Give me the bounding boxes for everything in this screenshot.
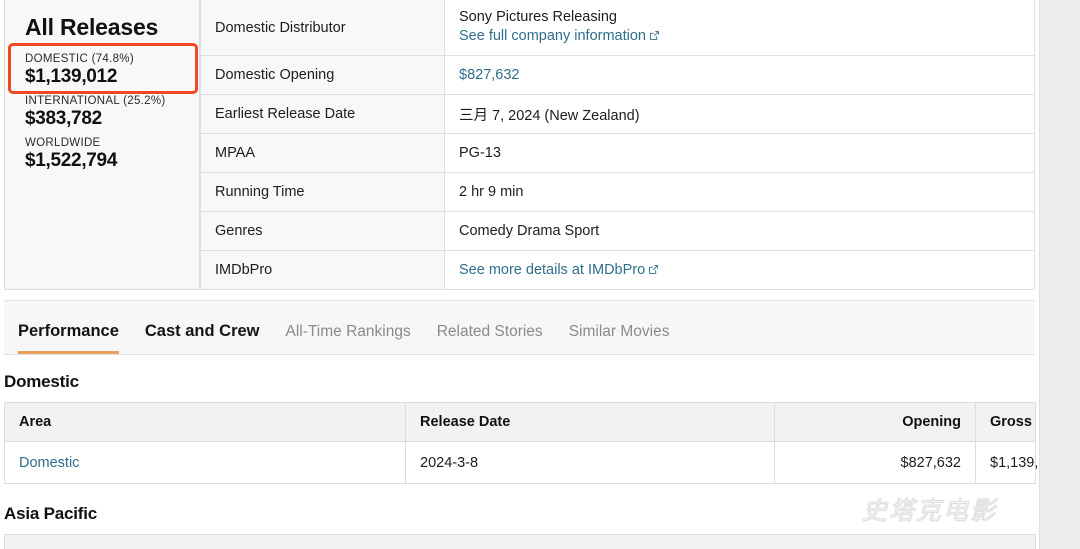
details-row-imdbpro: IMDbPro See more details at IMDbPro bbox=[200, 250, 1036, 290]
movie-info-panel: All Releases DOMESTIC (74.8%) $1,139,012… bbox=[4, 0, 1036, 290]
domestic-opening-link[interactable]: $827,632 bbox=[459, 67, 519, 83]
tab-cast-and-crew[interactable]: Cast and Crew bbox=[145, 322, 260, 354]
distributor-link-wrap: See full company information bbox=[459, 27, 1020, 48]
see-full-company-information-link[interactable]: See full company information bbox=[459, 28, 660, 44]
cell-release-date: 2024-3-8 bbox=[405, 441, 775, 484]
summary-entry-international: INTERNATIONAL (25.2%) $383,782 bbox=[25, 95, 189, 130]
summary-entry-worldwide: WORLDWIDE $1,522,794 bbox=[25, 137, 189, 172]
details-value-imdbpro: See more details at IMDbPro bbox=[443, 250, 1036, 290]
details-label-imdbpro: IMDbPro bbox=[200, 250, 445, 290]
see-full-company-information-label: See full company information bbox=[459, 28, 646, 45]
table-row: Domestic 2024-3-8 $827,632 $1,139,012 bbox=[4, 441, 1039, 484]
details-value-domestic-opening: $827,632 bbox=[443, 55, 1036, 96]
details-row-earliest-release-date: Earliest Release Date 三月 7, 2024 (New Ze… bbox=[200, 94, 1036, 135]
details-label-earliest-release-date: Earliest Release Date bbox=[200, 94, 445, 135]
details-value-distributor: Sony Pictures Releasing See full company… bbox=[443, 0, 1036, 57]
details-row-genres: Genres Comedy Drama Sport bbox=[200, 211, 1036, 252]
cell-opening: $827,632 bbox=[774, 441, 976, 484]
external-link-icon bbox=[648, 263, 659, 279]
summary-label-worldwide: WORLDWIDE bbox=[25, 137, 101, 149]
imdbpro-details-link[interactable]: See more details at IMDbPro bbox=[459, 262, 659, 278]
summary-value-international: $383,782 bbox=[25, 108, 102, 129]
details-row-mpaa: MPAA PG-13 bbox=[200, 133, 1036, 174]
summary-entry-domestic: DOMESTIC (74.8%) $1,139,012 bbox=[25, 53, 189, 88]
column-header-gross[interactable]: Gross bbox=[975, 402, 1036, 442]
section-tabbar: Performance Cast and Crew All-Time Ranki… bbox=[4, 300, 1036, 355]
column-header-area[interactable]: Area bbox=[4, 402, 406, 442]
details-label-distributor: Domestic Distributor bbox=[200, 0, 445, 57]
asia-pacific-table-header-stub bbox=[4, 534, 1036, 549]
summary-value-worldwide: $1,522,794 bbox=[25, 150, 118, 171]
table-header-row: Area Release Date Opening Gross bbox=[4, 402, 1036, 442]
imdbpro-details-label: See more details at IMDbPro bbox=[459, 261, 646, 278]
asia-pacific-section-heading: Asia Pacific bbox=[4, 504, 98, 523]
details-row-domestic-opening: Domestic Opening $827,632 bbox=[200, 55, 1036, 96]
details-label-mpaa: MPAA bbox=[200, 133, 445, 174]
tab-related-stories[interactable]: Related Stories bbox=[437, 323, 543, 354]
details-label-genres: Genres bbox=[200, 211, 445, 252]
tab-all-time-rankings[interactable]: All-Time Rankings bbox=[286, 323, 411, 354]
distributor-name: Sony Pictures Releasing bbox=[459, 8, 617, 25]
cell-gross: $1,139,012 bbox=[975, 441, 1039, 484]
details-value-genres: Comedy Drama Sport bbox=[443, 211, 1036, 252]
details-row-running-time: Running Time 2 hr 9 min bbox=[200, 172, 1036, 213]
summary-value-domestic: $1,139,012 bbox=[25, 66, 118, 87]
column-header-release-date[interactable]: Release Date bbox=[405, 402, 775, 442]
details-value-running-time: 2 hr 9 min bbox=[443, 172, 1036, 213]
tab-performance[interactable]: Performance bbox=[18, 322, 119, 354]
page-root: All Releases DOMESTIC (74.8%) $1,139,012… bbox=[0, 0, 1080, 549]
details-value-earliest-release-date: 三月 7, 2024 (New Zealand) bbox=[443, 94, 1036, 135]
movie-details-table: Domestic Distributor Sony Pictures Relea… bbox=[200, 0, 1036, 290]
right-gutter bbox=[1039, 0, 1080, 549]
domestic-grosses-table: Area Release Date Opening Gross Domestic… bbox=[4, 402, 1039, 484]
details-value-mpaa: PG-13 bbox=[443, 133, 1036, 174]
summary-label-international: INTERNATIONAL (25.2%) bbox=[25, 95, 166, 107]
area-domestic-link[interactable]: Domestic bbox=[19, 455, 79, 471]
external-link-icon bbox=[649, 28, 660, 48]
domestic-section-heading: Domestic bbox=[4, 372, 79, 391]
tab-similar-movies[interactable]: Similar Movies bbox=[569, 323, 670, 354]
details-row-distributor: Domestic Distributor Sony Pictures Relea… bbox=[200, 0, 1036, 57]
summary-label-domestic: DOMESTIC (74.8%) bbox=[25, 53, 134, 65]
column-header-opening[interactable]: Opening bbox=[774, 402, 976, 442]
all-releases-summary: All Releases DOMESTIC (74.8%) $1,139,012… bbox=[4, 0, 200, 290]
details-label-domestic-opening: Domestic Opening bbox=[200, 55, 445, 96]
details-label-running-time: Running Time bbox=[200, 172, 445, 213]
summary-title: All Releases bbox=[25, 14, 159, 40]
content-column: All Releases DOMESTIC (74.8%) $1,139,012… bbox=[0, 0, 1040, 549]
cell-area: Domestic bbox=[4, 441, 406, 484]
